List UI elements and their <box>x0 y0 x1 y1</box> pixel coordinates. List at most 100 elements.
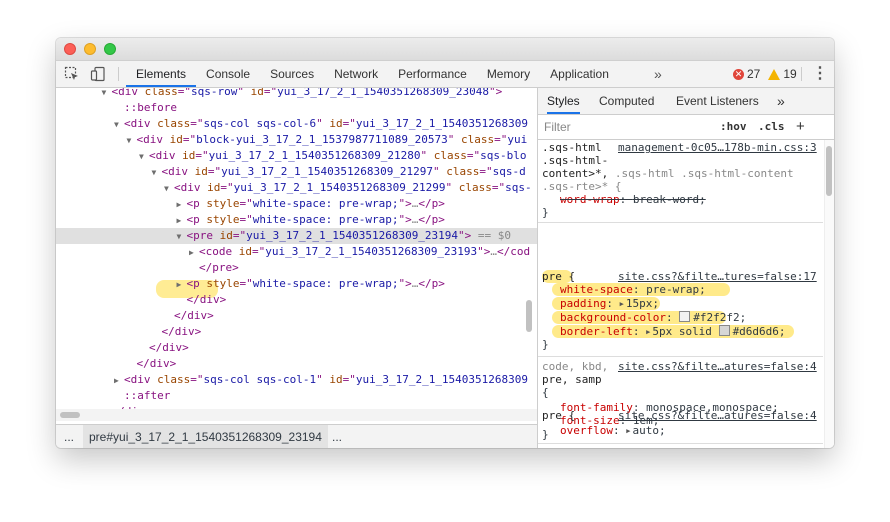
elements-hscroll-thumb[interactable] <box>60 412 80 418</box>
dom-node-line[interactable]: ::after <box>56 388 537 404</box>
collapse-triangle-icon[interactable]: ▼ <box>139 149 149 165</box>
expand-triangle-icon[interactable]: ▶ <box>177 277 187 293</box>
dom-token-tag: " <box>237 88 251 98</box>
dom-token-attr: class <box>144 88 178 98</box>
new-style-rule-icon[interactable]: + <box>796 115 805 139</box>
rule-selector[interactable]: pre { <box>542 270 575 284</box>
tab-performance[interactable]: Performance <box>388 61 477 87</box>
rule-source-link[interactable]: management-0c05…178b-min.css:3 <box>618 141 817 155</box>
style-property[interactable]: background-color: #f2f2f2; <box>560 311 746 325</box>
dom-node-line[interactable]: ▶ <p style="white-space: pre-wrap;">…</p> <box>56 276 537 292</box>
inspect-element-icon[interactable] <box>64 66 80 82</box>
more-tabs-chevron-icon[interactable]: » <box>654 61 662 87</box>
hover-state-toggle[interactable]: :hov <box>720 115 747 139</box>
dom-node-line[interactable]: ▼ <div id="block-yui_3_17_2_1_15379877110… <box>56 132 537 148</box>
dom-token-tag: </p> <box>418 213 445 226</box>
dom-node-line[interactable]: ▼ <div id="yui_3_17_2_1_1540351268309_212… <box>56 180 537 196</box>
style-property[interactable]: white-space: pre-wrap; <box>560 283 706 297</box>
tab-console[interactable]: Console <box>196 61 260 87</box>
issue-counter[interactable]: ✕ 27 19 <box>733 61 797 87</box>
dom-token-tag: <p <box>186 277 207 290</box>
collapse-triangle-icon[interactable]: ▼ <box>127 133 137 149</box>
title-bar <box>56 38 834 61</box>
dom-node-line[interactable]: ::before <box>56 100 537 116</box>
tab-sources[interactable]: Sources <box>260 61 324 87</box>
tab-network[interactable]: Network <box>324 61 388 87</box>
rule-selector[interactable]: pre { <box>542 409 575 423</box>
rule-selector[interactable]: .sqs-html <box>542 141 602 155</box>
collapse-triangle-icon[interactable]: ▼ <box>114 117 124 133</box>
style-property-overridden[interactable]: word-wrap: break-word; <box>560 193 706 207</box>
dom-token-tag: </p> <box>418 197 445 210</box>
tab-memory[interactable]: Memory <box>477 61 540 87</box>
tab-elements[interactable]: Elements <box>126 61 197 87</box>
expand-triangle-icon[interactable]: ▶ <box>114 373 124 389</box>
expand-arrow-icon[interactable]: ▶ <box>646 328 650 336</box>
rule-selector[interactable]: pre, samp <box>542 373 602 387</box>
more-sidebar-tabs-chevron-icon[interactable]: » <box>777 88 785 114</box>
dom-node-line[interactable]: ▶ <code id="yui_3_17_2_1_1540351268309_23… <box>56 244 537 260</box>
tab-computed[interactable]: Computed <box>599 88 654 114</box>
collapse-triangle-icon[interactable]: ▼ <box>164 181 174 197</box>
dom-node-line[interactable]: ▶ <div class="sqs-col sqs-col-1" id="yui_… <box>56 372 537 388</box>
expand-arrow-icon[interactable]: ▶ <box>620 300 624 308</box>
dom-token-tag: =" <box>195 149 209 162</box>
dom-token-tag: <pre <box>186 229 220 242</box>
expand-arrow-icon[interactable]: ▶ <box>626 427 630 435</box>
tab-event-listeners[interactable]: Event Listeners <box>676 88 759 114</box>
style-property[interactable]: border-left: ▶ 5px solid #d6d6d6; <box>560 325 786 339</box>
dom-node-line[interactable]: </div> <box>56 340 537 356</box>
customize-menu-icon[interactable]: ⋮ <box>812 61 828 87</box>
rule-selector[interactable]: .sqs-rte>* { <box>542 180 621 194</box>
dom-node-line[interactable]: </pre> <box>56 260 537 276</box>
dom-token-val: sqs-col sqs-col-6 <box>203 117 317 130</box>
close-window-button[interactable] <box>64 43 76 55</box>
breadcrumb-scroll-right[interactable]: ... <box>332 425 342 448</box>
filter-input[interactable]: Filter <box>544 115 571 139</box>
styles-scrollbar-thumb[interactable] <box>826 146 832 196</box>
dom-node-line[interactable]: ▼ <pre id="yui_3_17_2_1_1540351268309_231… <box>56 228 537 244</box>
dom-node-line[interactable]: </div> <box>56 324 537 340</box>
dom-node-line[interactable]: </div> <box>56 356 537 372</box>
rule-source-link[interactable]: site.css?&filte…tures=false:17 <box>618 270 817 284</box>
collapse-triangle-icon[interactable]: ▼ <box>152 165 162 181</box>
breadcrumb-scroll-left[interactable]: ... <box>64 425 74 448</box>
style-property[interactable]: overflow: ▶ auto; <box>560 424 666 438</box>
elements-scrollbar[interactable] <box>526 300 532 332</box>
dom-node-line[interactable]: ▼ <div id="yui_3_17_2_1_1540351268309_212… <box>56 148 537 164</box>
expand-triangle-icon[interactable]: ▶ <box>177 213 187 229</box>
dom-node-line[interactable]: ▶ <p style="white-space: pre-wrap;">…</p> <box>56 196 537 212</box>
dom-node-line[interactable]: </div> <box>56 308 537 324</box>
class-toggle[interactable]: .cls <box>758 115 785 139</box>
dom-node-line[interactable]: ▼ <div id="yui_3_17_2_1_1540351268309_212… <box>56 164 537 180</box>
dom-token-tag: =" <box>494 133 508 146</box>
dom-token-attr: id <box>182 149 196 162</box>
dom-token-attr: id <box>329 373 343 386</box>
dom-node-line[interactable]: ▶ <p style="white-space: pre-wrap;">…</p> <box>56 212 537 228</box>
dom-token-attr: class <box>446 165 480 178</box>
breadcrumb-item-pre[interactable]: pre#yui_3_17_2_1_1540351268309_23194 <box>83 425 328 448</box>
elements-tree[interactable]: ▼ <div class="sqs-row" id="yui_3_17_2_1_1… <box>56 88 537 409</box>
color-swatch[interactable] <box>679 311 691 322</box>
tab-styles[interactable]: Styles <box>547 88 580 114</box>
dom-node-line[interactable]: ▼ <div class="sqs-row" id="yui_3_17_2_1_1… <box>56 88 537 100</box>
rule-selector[interactable]: .sqs-html- <box>542 154 608 168</box>
zoom-window-button[interactable] <box>104 43 116 55</box>
panel-tabs: Elements Console Sources Network Perform… <box>126 61 619 87</box>
rule-source-link[interactable]: site.css?&filte…atures=false:4 <box>618 409 817 423</box>
expand-triangle-icon[interactable]: ▶ <box>177 197 187 213</box>
dom-node-line[interactable]: ▼ <div class="sqs-col sqs-col-6" id="yui_… <box>56 116 537 132</box>
expand-triangle-icon[interactable]: ▶ <box>189 245 199 261</box>
styles-filter-bar: Filter :hov .cls + <box>538 115 834 140</box>
dom-node-line[interactable]: </div> <box>56 292 537 308</box>
collapse-triangle-icon[interactable]: ▼ <box>177 229 187 245</box>
device-toolbar-icon[interactable] <box>90 66 106 82</box>
tab-application[interactable]: Application <box>540 61 619 87</box>
minimize-window-button[interactable] <box>84 43 96 55</box>
rule-selector[interactable]: code, kbd, <box>542 360 608 374</box>
color-swatch[interactable] <box>718 325 730 336</box>
rule-selector[interactable]: content>*, .sqs-html .sqs-html-content <box>542 167 794 181</box>
dom-token-attr: class <box>458 181 492 194</box>
style-property[interactable]: padding: ▶ 15px; <box>560 297 659 311</box>
rule-source-link[interactable]: site.css?&filte…atures=false:4 <box>618 360 817 374</box>
